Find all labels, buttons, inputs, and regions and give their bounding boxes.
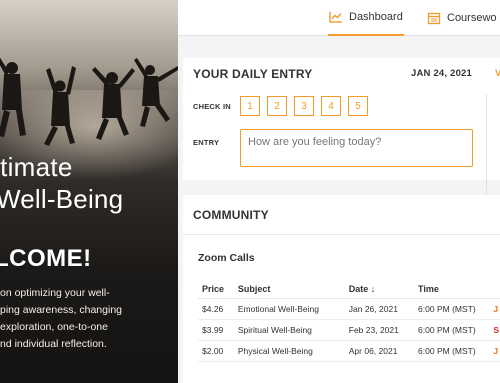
cell-subject: Physical Well-Being <box>233 340 345 362</box>
divider <box>183 234 500 235</box>
entry-textarea[interactable] <box>240 129 473 167</box>
column-header-time[interactable]: Time <box>414 280 490 299</box>
tab-dashboard[interactable]: Dashboard <box>328 0 404 36</box>
top-navigation: Dashboard Coursewo <box>178 0 500 36</box>
blurb-line: ping awareness, changing <box>0 304 123 316</box>
checkin-options: 1 2 3 4 5 <box>240 96 368 116</box>
community-card: COMMUNITY Zoom Calls Price Subject Date … <box>183 195 500 383</box>
cell-price: $4.26 <box>198 298 234 320</box>
join-link[interactable]: J <box>489 298 500 320</box>
join-link[interactable]: J <box>489 340 500 362</box>
calendar-icon <box>427 12 441 25</box>
view-link[interactable]: V <box>495 68 500 79</box>
column-header-date[interactable]: Date ↓ <box>344 280 415 299</box>
table-row: $2.00 Physical Well-Being Apr 06, 2021 6… <box>198 340 500 362</box>
column-header-action <box>489 280 500 299</box>
cell-price: $3.99 <box>198 319 234 341</box>
checkin-button-5[interactable]: 5 <box>348 96 368 116</box>
cell-time: 6:00 PM (MST) <box>414 298 490 320</box>
signup-link[interactable]: S <box>489 319 500 341</box>
cell-time: 6:00 PM (MST) <box>414 340 490 362</box>
blurb-line: on optimizing your well- <box>0 287 110 299</box>
cell-subject: Spiritual Well-Being <box>233 319 345 341</box>
cell-date: Jan 26, 2021 <box>344 298 415 320</box>
zoom-calls-heading: Zoom Calls <box>198 252 255 264</box>
welcome-heading: LCOME! <box>0 245 92 272</box>
blurb-line: nd individual reflection. <box>0 338 107 350</box>
checkin-button-3[interactable]: 3 <box>294 96 314 116</box>
hero-title-line2: Well-Being <box>0 184 124 214</box>
hero-blurb: on optimizing your well- ping awareness,… <box>0 285 150 353</box>
entry-date: JAN 24, 2021 <box>411 68 473 79</box>
column-header-subject[interactable]: Subject <box>233 280 345 299</box>
daily-entry-title: YOUR DAILY ENTRY <box>193 67 313 81</box>
blurb-line: exploration, one-to-one <box>0 321 108 333</box>
table-row: $3.99 Spiritual Well-Being Feb 23, 2021 … <box>198 319 500 341</box>
column-header-price[interactable]: Price <box>198 280 234 299</box>
checkin-button-4[interactable]: 4 <box>321 96 341 116</box>
cell-time: 6:00 PM (MST) <box>414 319 490 341</box>
cell-date: Feb 23, 2021 <box>344 319 415 341</box>
checkin-button-1[interactable]: 1 <box>240 96 260 116</box>
tab-label: Coursewo <box>447 12 497 24</box>
hero-panel: ltimate Well-Being LCOME! on optimizing … <box>0 0 178 383</box>
table-row: $4.26 Emotional Well-Being Jan 26, 2021 … <box>198 298 500 320</box>
checkin-button-2[interactable]: 2 <box>267 96 287 116</box>
tab-label: Dashboard <box>349 11 403 23</box>
cell-date: Apr 06, 2021 <box>344 340 415 362</box>
table-header-row: Price Subject Date ↓ Time <box>198 280 500 299</box>
community-title: COMMUNITY <box>193 208 269 222</box>
cell-price: $2.00 <box>198 340 234 362</box>
cell-subject: Emotional Well-Being <box>233 298 345 320</box>
tab-coursework[interactable]: Coursewo <box>427 0 497 36</box>
main-panel: Dashboard Coursewo YOUR DAILY ENTRY JAN … <box>178 0 500 383</box>
zoom-calls-table: Price Subject Date ↓ Time $4.26 Emotiona… <box>198 280 500 362</box>
entry-label: ENTRY <box>193 138 220 147</box>
daily-entry-card: YOUR DAILY ENTRY JAN 24, 2021 V CHECK IN… <box>183 58 500 220</box>
jumping-people-image <box>0 57 178 146</box>
hero-title-line1: ltimate <box>0 152 73 182</box>
checkin-label: CHECK IN <box>193 102 231 111</box>
chart-line-icon <box>329 12 342 23</box>
